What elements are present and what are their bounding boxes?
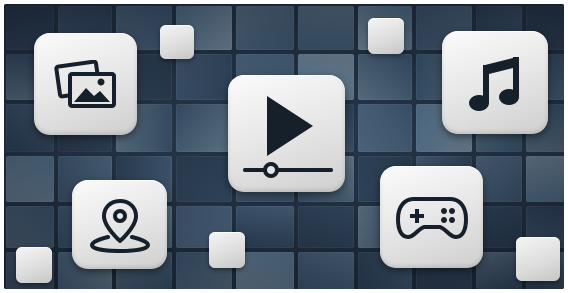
decor-chip [368,18,404,54]
game-button[interactable] [380,166,483,268]
media-scene [0,0,568,293]
photo-gallery-icon [53,60,116,108]
decor-chip [516,237,560,281]
music-button[interactable] [442,31,548,134]
decor-chip [209,232,245,268]
music-note-icon [469,56,519,111]
gallery-button[interactable] [34,33,137,135]
play-video-icon [242,95,333,178]
decor-chip [16,247,52,283]
gamepad-icon [395,197,468,239]
location-button[interactable] [72,180,167,269]
video-button[interactable] [228,75,345,192]
decor-chip [160,25,194,59]
location-pin-icon [89,198,150,253]
